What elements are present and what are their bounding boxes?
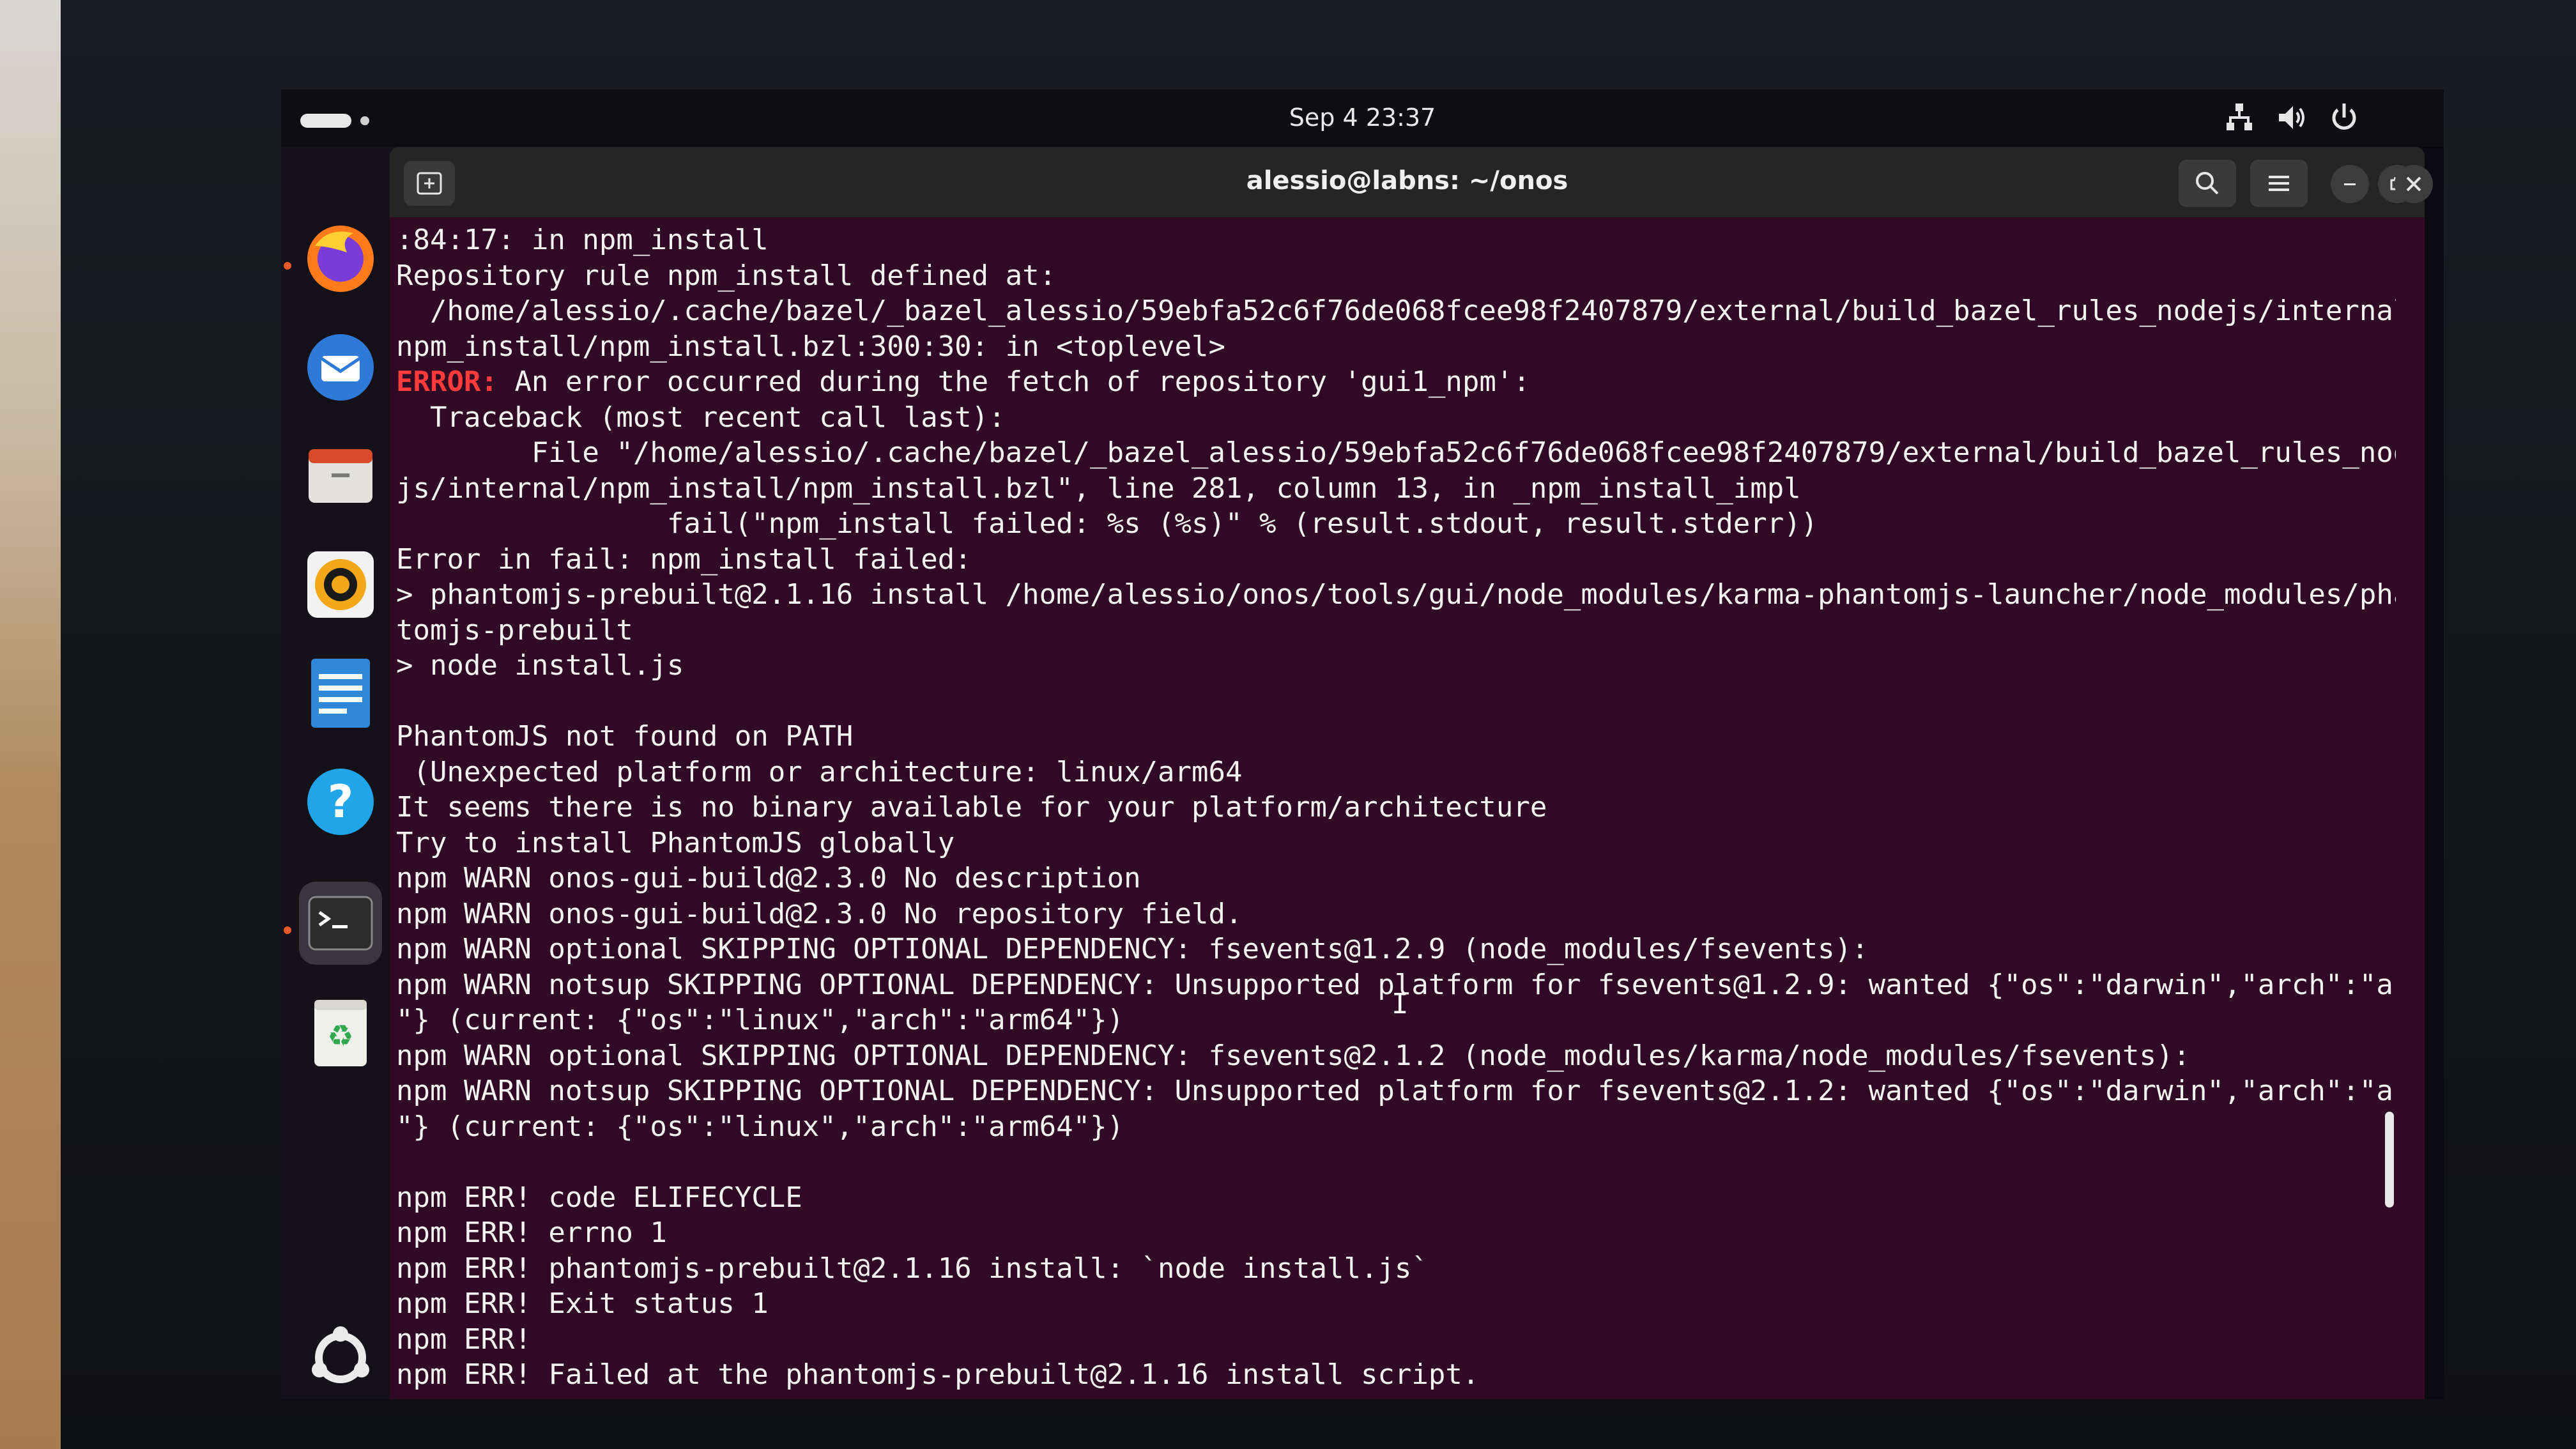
svg-text:♻: ♻: [327, 1018, 353, 1053]
terminal-line: npm WARN onos-gui-build@2.3.0 No descrip…: [396, 862, 1141, 894]
terminal-line: > node install.js: [396, 649, 684, 682]
thunderbird-icon[interactable]: [299, 326, 382, 409]
close-icon: [2406, 176, 2421, 192]
terminal-line: PhantomJS not found on PATH: [396, 720, 854, 753]
terminal-line: npm WARN notsup SKIPPING OPTIONAL DEPEND…: [396, 1075, 2396, 1107]
terminal-line: npm ERR! code ELIFECYCLE: [396, 1181, 802, 1214]
volume-icon[interactable]: [2275, 101, 2308, 134]
running-indicator: [284, 262, 291, 270]
minimize-button[interactable]: [2331, 165, 2369, 203]
terminal-line: js/internal/npm_install/npm_install.bzl"…: [396, 471, 1801, 505]
terminal-line: npm WARN onos-gui-build@2.3.0 No reposit…: [396, 897, 1243, 930]
rhythmbox-icon[interactable]: [299, 543, 382, 626]
terminal-line: npm_install/npm_install.bzl:300:30: in <…: [396, 330, 1226, 363]
terminal-line: It seems there is no binary available fo…: [396, 791, 1547, 824]
terminal-line: File "/home/alessio/.cache/bazel/_bazel_…: [396, 436, 2396, 469]
terminal-line: Try to install PhantomJS globally: [396, 826, 955, 859]
firefox-icon[interactable]: [299, 217, 382, 300]
menu-button[interactable]: [2250, 160, 2308, 207]
terminal-line: > phantomjs-prebuilt@2.1.16 install /hom…: [396, 578, 2396, 611]
writer-icon[interactable]: [299, 652, 382, 735]
terminal-header: alessio@labns: ~/onos: [390, 147, 2425, 217]
terminal-line: ERROR: An error occurred during the fetc…: [396, 364, 2396, 400]
terminal-output[interactable]: :84:17: in npm_install Repository rule np…: [396, 222, 2396, 1398]
trash-icon[interactable]: ♻: [299, 990, 382, 1073]
screen: Sep 4 23:37 ? ♻ alessio@labns: ~/onos:8…: [281, 89, 2444, 1399]
window-title: alessio@labns: ~/onos: [1246, 166, 1568, 195]
terminal-line: npm WARN optional SKIPPING OPTIONAL DEPE…: [396, 933, 1869, 965]
terminal-line: :84:17: in npm_install: [396, 224, 769, 256]
top-bar: Sep 4 23:37: [281, 89, 2444, 147]
terminal-icon[interactable]: [299, 882, 382, 965]
terminal-window: alessio@labns: ~/onos :84:17: in npm_ins…: [390, 147, 2425, 1399]
desk-background: [0, 0, 70, 1449]
terminal-line: npm ERR! errno 1: [396, 1216, 667, 1249]
error-label: ERROR:: [396, 365, 498, 398]
power-icon[interactable]: [2327, 101, 2361, 134]
mouse-cursor: I: [1392, 988, 1409, 1020]
terminal-line: npm ERR! phantomjs-prebuilt@2.1.16 insta…: [396, 1252, 1429, 1285]
show-apps-icon[interactable]: [299, 1316, 382, 1399]
running-indicator: [284, 926, 291, 934]
terminal-line: npm ERR! Exit status 1: [396, 1287, 769, 1320]
terminal-line: npm ERR!: [396, 1322, 532, 1356]
terminal-line: Traceback (most recent call last):: [396, 401, 1006, 434]
terminal-line: npm ERR! Failed at the phantomjs-prebuil…: [396, 1358, 1480, 1391]
terminal-line: "} (current: {"os":"linux","arch":"arm64…: [396, 1110, 1124, 1143]
terminal-line: npm WARN optional SKIPPING OPTIONAL DEPE…: [396, 1039, 2190, 1072]
terminal-line: Error in fail: npm_install failed:: [396, 542, 972, 576]
close-button[interactable]: [2395, 165, 2433, 203]
terminal-line: /home/alessio/.cache/bazel/_bazel_alessi…: [396, 295, 2396, 327]
files-icon[interactable]: [299, 434, 382, 518]
network-icon[interactable]: [2223, 101, 2256, 134]
terminal-line: tomjs-prebuilt: [396, 613, 633, 647]
scrollbar[interactable]: [2385, 1112, 2394, 1208]
svg-text:?: ?: [328, 776, 354, 828]
help-icon[interactable]: ?: [299, 760, 382, 843]
error-message: An error occurred during the fetch of re…: [497, 365, 1530, 398]
search-button[interactable]: [2179, 160, 2236, 207]
terminal-line: (Unexpected platform or architecture: li…: [396, 755, 1243, 788]
system-tray[interactable]: [2223, 101, 2361, 134]
terminal-line: Repository rule npm_install defined at:: [396, 259, 1057, 292]
terminal-line: fail("npm_install failed: %s (%s)" % (re…: [396, 507, 1818, 540]
clock[interactable]: Sep 4 23:37: [281, 103, 2444, 132]
